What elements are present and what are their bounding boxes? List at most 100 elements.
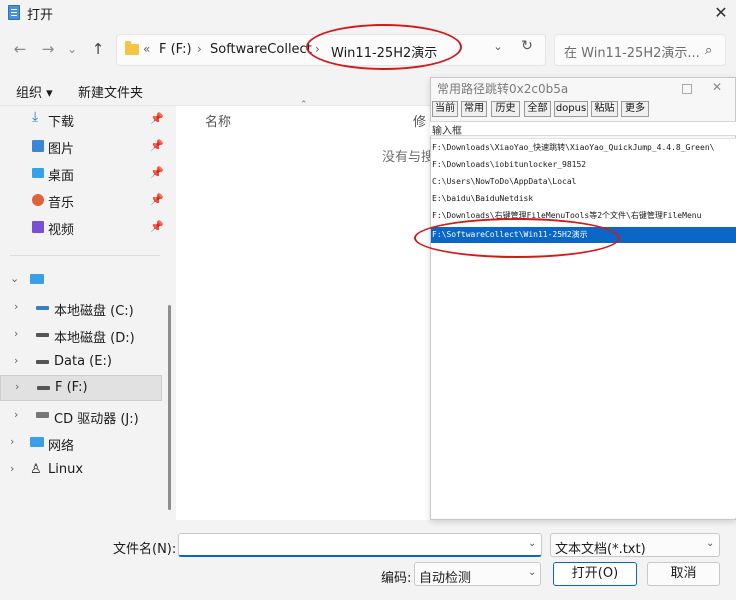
- filename-label: 文件名(N):: [113, 542, 177, 557]
- chevron-right-icon[interactable]: ›: [14, 354, 18, 367]
- popup-title: 常用路径跳转0x2c0b5a: [437, 82, 569, 96]
- column-header-name[interactable]: 名称: [205, 111, 231, 130]
- list-item[interactable]: F:\Downloads\iobitunlocker_98152: [431, 157, 736, 173]
- tab-all[interactable]: 全部: [524, 101, 551, 117]
- music-icon: [32, 194, 44, 206]
- chevron-right-icon[interactable]: ›: [10, 435, 14, 448]
- sidebar-item-drive-e[interactable]: › Data (E:): [0, 350, 162, 374]
- popup-close-icon[interactable]: ✕: [712, 80, 722, 94]
- pin-icon[interactable]: 📌: [150, 166, 164, 179]
- sidebar-item-label: 本地磁盘 (D:): [54, 331, 135, 346]
- sidebar-item-label: Linux: [48, 462, 84, 477]
- search-placeholder: 在 Win11-25H2演示...: [564, 46, 700, 61]
- empty-folder-message: 没有与搜: [382, 150, 435, 165]
- cancel-button[interactable]: 取消: [647, 562, 720, 586]
- sort-arrow-icon: ⌃: [300, 100, 308, 110]
- forward-button[interactable]: →: [38, 38, 58, 60]
- sidebar-item-pictures[interactable]: 图片 📌: [32, 135, 164, 159]
- breadcrumb-separator[interactable]: ›: [197, 42, 202, 56]
- sidebar-item-label: 图片: [48, 142, 75, 157]
- folder-icon: [125, 41, 139, 55]
- refresh-icon[interactable]: ↻: [518, 38, 536, 54]
- sidebar-item-this-pc[interactable]: ⌄: [0, 268, 162, 292]
- drive-icon: [36, 360, 49, 364]
- new-folder-button[interactable]: 新建文件夹: [78, 82, 143, 101]
- maximize-icon[interactable]: [682, 84, 692, 94]
- breadcrumb-folder-softwarecollect[interactable]: SoftwareCollect: [210, 42, 312, 57]
- sidebar-item-label: 本地磁盘 (C:): [54, 304, 134, 319]
- desktop-icon: [32, 168, 44, 178]
- linux-penguin-icon: ♙: [30, 462, 42, 477]
- sidebar-item-cd-drive[interactable]: › CD 驱动器 (J:): [0, 404, 162, 428]
- chevron-right-icon[interactable]: ›: [10, 462, 14, 475]
- sidebar-item-linux[interactable]: › ♙ Linux: [0, 458, 162, 482]
- highlight-ellipse: [306, 24, 462, 70]
- sidebar-item-music[interactable]: 音乐 📌: [32, 189, 164, 213]
- filetype-value: 文本文档(*.txt): [555, 542, 646, 557]
- tab-paste[interactable]: 粘贴: [591, 101, 618, 117]
- videos-icon: [32, 221, 44, 233]
- chevron-down-icon[interactable]: ⌄: [528, 567, 536, 578]
- chevron-right-icon[interactable]: ›: [14, 300, 18, 313]
- chevron-right-icon[interactable]: ›: [15, 380, 19, 393]
- list-item[interactable]: C:\Users\NowToDo\AppData\Local: [431, 174, 736, 190]
- network-icon: [30, 437, 44, 447]
- tab-dopus[interactable]: dopus: [554, 101, 588, 117]
- open-button[interactable]: 打开(O): [553, 562, 637, 586]
- sidebar-item-label: 网络: [48, 439, 75, 454]
- sidebar-item-network[interactable]: › 网络: [0, 431, 162, 455]
- search-icon: ⌕: [705, 43, 713, 58]
- encoding-value: 自动检测: [419, 571, 472, 586]
- encoding-label: 编码:: [381, 571, 412, 586]
- pin-icon[interactable]: 📌: [150, 193, 164, 206]
- search-input[interactable]: 在 Win11-25H2演示... ⌕: [554, 34, 726, 66]
- close-button[interactable]: ✕: [710, 3, 732, 23]
- pictures-icon: [32, 140, 44, 152]
- sidebar-item-drive-d[interactable]: › 本地磁盘 (D:): [0, 323, 162, 347]
- tab-current[interactable]: 当前: [432, 101, 458, 117]
- sidebar-scrollbar[interactable]: [168, 305, 171, 510]
- download-icon: ⤓: [32, 109, 39, 125]
- breadcrumb-drive[interactable]: F (F:): [159, 42, 192, 57]
- notepad-icon: [8, 5, 20, 20]
- sidebar-item-label: Data (E:): [54, 354, 112, 369]
- sidebar-item-label: 桌面: [48, 169, 75, 184]
- drive-icon: [37, 386, 50, 390]
- sidebar-item-downloads[interactable]: ⤓ 下载 📌: [32, 108, 164, 132]
- sidebar-item-label: 音乐: [48, 196, 75, 211]
- sidebar-item-videos[interactable]: 视频 📌: [32, 216, 164, 240]
- sidebar-item-drive-c[interactable]: › 本地磁盘 (C:): [0, 296, 162, 320]
- back-button[interactable]: ←: [10, 38, 30, 60]
- column-header-modified[interactable]: 修: [413, 111, 426, 130]
- chevron-down-icon[interactable]: ⌄: [528, 538, 536, 549]
- organize-button[interactable]: 组织 ▾: [16, 82, 53, 101]
- chevron-right-icon[interactable]: ›: [14, 408, 18, 421]
- cd-drive-icon: [36, 412, 49, 418]
- list-item[interactable]: F:\Downloads\XiaoYao_快速跳转\XiaoYao_QuickJ…: [431, 140, 736, 156]
- chevron-right-icon[interactable]: ›: [14, 327, 18, 340]
- chevron-down-icon[interactable]: ⌄: [10, 272, 19, 285]
- tab-more[interactable]: 更多: [621, 101, 649, 117]
- sidebar-item-label: 下载: [48, 115, 75, 130]
- tab-history[interactable]: 历史: [491, 101, 520, 117]
- chevron-down-icon[interactable]: ⌄: [706, 538, 714, 549]
- sidebar-divider: [10, 255, 160, 256]
- sidebar-item-label: 视频: [48, 223, 75, 238]
- sidebar-item-desktop[interactable]: 桌面 📌: [32, 162, 164, 186]
- list-item[interactable]: E:\baidu\BaiduNetdisk: [431, 191, 736, 207]
- sidebar-item-drive-f[interactable]: › F (F:): [0, 375, 162, 401]
- popup-filter-input[interactable]: [430, 121, 736, 136]
- tab-frequent[interactable]: 常用: [461, 101, 487, 117]
- sidebar-item-label: F (F:): [55, 380, 88, 395]
- pin-icon[interactable]: 📌: [150, 112, 164, 125]
- computer-icon: [30, 274, 44, 284]
- up-button[interactable]: ↑: [88, 38, 108, 60]
- drive-icon: [36, 333, 49, 337]
- breadcrumb-overflow[interactable]: «: [143, 42, 150, 56]
- chevron-down-icon[interactable]: ⌄: [490, 40, 506, 53]
- pin-icon[interactable]: 📌: [150, 139, 164, 152]
- recent-locations-button[interactable]: ⌄: [62, 38, 82, 60]
- filename-input[interactable]: [178, 533, 542, 557]
- pin-icon[interactable]: 📌: [150, 220, 164, 233]
- sidebar-item-label: CD 驱动器 (J:): [54, 412, 139, 427]
